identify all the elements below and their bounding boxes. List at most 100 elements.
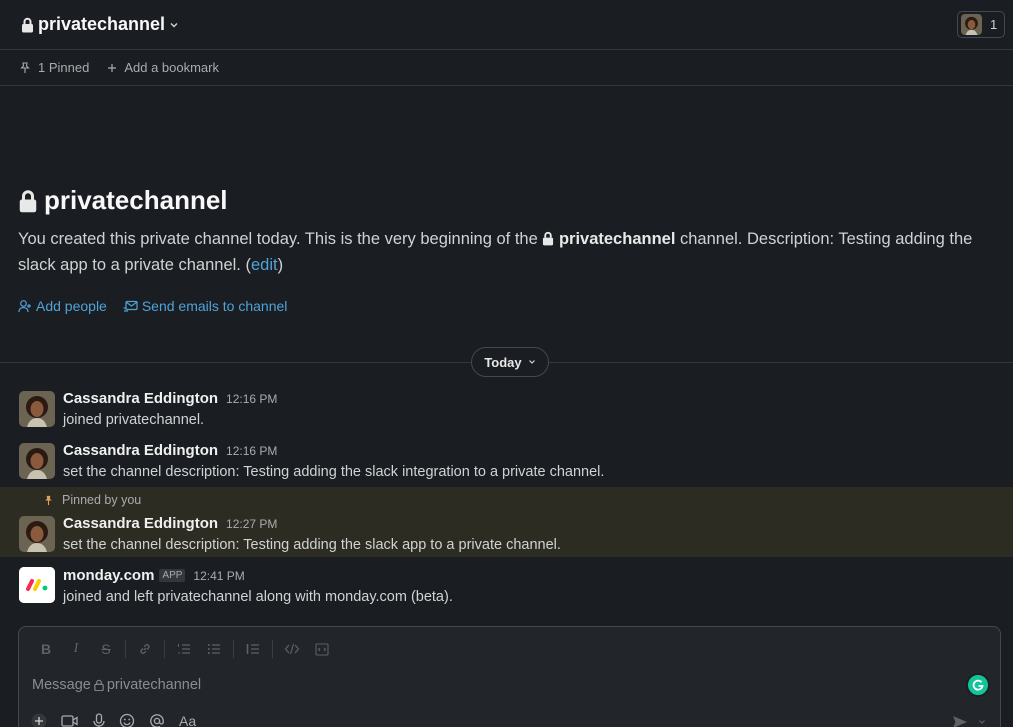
message-item: Cassandra Eddington 12:16 PM joined priv… (0, 390, 1013, 435)
message-input[interactable]: Message privatechannel (32, 677, 201, 693)
intro-title: privatechannel (18, 185, 1003, 216)
code-block-icon (315, 642, 329, 656)
toolbar-divider (233, 640, 234, 658)
channel-title-button[interactable]: privatechannel (21, 14, 179, 35)
composer-actions: Aa (31, 713, 196, 727)
pinned-label: 1 Pinned (38, 60, 90, 75)
monday-app-avatar[interactable] (19, 567, 55, 603)
message-author[interactable]: Cassandra Eddington (63, 442, 218, 459)
message-text: set the channel description: Testing add… (63, 464, 605, 480)
video-clip-icon[interactable] (61, 714, 79, 727)
pinned-indicator: Pinned by you (43, 493, 141, 507)
lock-icon (18, 189, 38, 213)
monday-logo-icon (19, 567, 55, 603)
desc-text: ) (277, 256, 284, 274)
message-text: joined and left privatechannel along wit… (63, 589, 453, 605)
message-text: joined privatechannel. (63, 412, 205, 428)
message-item: Cassandra Eddington 12:27 PM set the cha… (0, 515, 1013, 560)
chevron-down-icon (528, 359, 536, 365)
message-author[interactable]: monday.com (63, 567, 154, 584)
pinned-by-label: Pinned by you (62, 493, 142, 507)
ordered-list-button[interactable] (169, 639, 199, 659)
message-composer: B I S Message privatechannel Aa (18, 626, 1001, 727)
toolbar-divider (125, 640, 126, 658)
avatar[interactable] (19, 443, 55, 479)
pin-icon (43, 495, 54, 506)
add-people-label: Add people (36, 298, 107, 314)
channel-header: privatechannel 1 (0, 0, 1013, 50)
mention-icon[interactable] (149, 713, 165, 727)
avatar[interactable] (19, 516, 55, 552)
message-item: Cassandra Eddington 12:16 PM set the cha… (0, 442, 1013, 487)
strikethrough-button[interactable]: S (91, 639, 121, 659)
date-divider-button[interactable]: Today (471, 347, 549, 377)
message-author[interactable]: Cassandra Eddington (63, 515, 218, 532)
bulleted-list-button[interactable] (199, 639, 229, 659)
blockquote-icon (246, 643, 260, 655)
microphone-icon[interactable] (93, 713, 105, 727)
message-timestamp[interactable]: 12:16 PM (226, 444, 277, 458)
avatar[interactable] (19, 391, 55, 427)
add-bookmark-button[interactable]: Add a bookmark (107, 60, 219, 75)
bulleted-list-icon (207, 643, 221, 655)
intro-actions: Add people Send emails to channel (18, 298, 287, 314)
channel-mention[interactable]: privatechannel (559, 230, 675, 248)
add-people-button[interactable]: Add people (18, 298, 107, 314)
pinned-button[interactable]: 1 Pinned (19, 60, 89, 75)
code-icon (284, 643, 300, 655)
message-timestamp[interactable]: 12:27 PM (226, 517, 277, 531)
send-emails-label: Send emails to channel (141, 298, 288, 314)
blockquote-button[interactable] (238, 639, 268, 659)
italic-button[interactable]: I (61, 639, 91, 659)
member-count: 1 (990, 17, 998, 32)
send-controls (952, 715, 986, 727)
chevron-down-icon (169, 21, 179, 29)
members-button[interactable]: 1 (957, 11, 1005, 38)
message-header: Cassandra Eddington 12:27 PM (63, 515, 277, 532)
plus-icon (107, 63, 117, 73)
link-icon (138, 642, 152, 656)
formatting-toolbar: B I S (31, 639, 337, 659)
bold-icon: B (40, 641, 52, 657)
message-item: monday.com APP 12:41 PM joined and left … (0, 567, 1013, 612)
emoji-icon[interactable] (119, 713, 135, 727)
bookmarks-bar: 1 Pinned Add a bookmark (0, 50, 1013, 86)
message-timestamp[interactable]: 12:41 PM (193, 569, 244, 583)
attach-plus-icon[interactable] (31, 713, 47, 727)
member-avatar (961, 14, 982, 35)
toolbar-divider (164, 640, 165, 658)
message-timestamp[interactable]: 12:16 PM (226, 392, 277, 406)
date-divider-label: Today (484, 354, 522, 370)
message-header: Cassandra Eddington 12:16 PM (63, 390, 277, 407)
placeholder-text: Message (32, 677, 91, 693)
code-block-button[interactable] (307, 639, 337, 659)
add-person-icon (18, 299, 32, 313)
toolbar-divider (272, 640, 273, 658)
channel-title: privatechannel (38, 14, 166, 34)
formatting-toggle-button[interactable]: Aa (179, 713, 196, 727)
intro-title-text: privatechannel (44, 185, 228, 215)
app-badge: APP (159, 569, 186, 582)
send-emails-button[interactable]: Send emails to channel (123, 298, 288, 314)
lock-icon (94, 679, 104, 691)
send-icon[interactable] (952, 715, 968, 727)
edit-description-link[interactable]: edit (251, 256, 278, 274)
message-header: Cassandra Eddington 12:16 PM (63, 442, 277, 459)
email-icon (123, 300, 138, 313)
add-bookmark-label: Add a bookmark (124, 60, 219, 75)
pin-icon (19, 61, 31, 74)
italic-icon: I (73, 641, 79, 656)
lock-icon (21, 17, 34, 33)
grammarly-icon[interactable] (966, 673, 990, 697)
channel-intro: privatechannel You created this private … (18, 185, 1003, 278)
intro-description: You created this private channel today. … (18, 226, 1003, 278)
bold-button[interactable]: B (31, 639, 61, 659)
chevron-down-icon[interactable] (978, 719, 986, 725)
placeholder-channel: privatechannel (106, 677, 202, 693)
strikethrough-icon: S (101, 641, 111, 657)
lock-icon (542, 231, 554, 246)
message-author[interactable]: Cassandra Eddington (63, 390, 218, 407)
desc-text: You created this private channel today. … (18, 230, 543, 248)
code-button[interactable] (277, 639, 307, 659)
link-button[interactable] (130, 639, 160, 659)
